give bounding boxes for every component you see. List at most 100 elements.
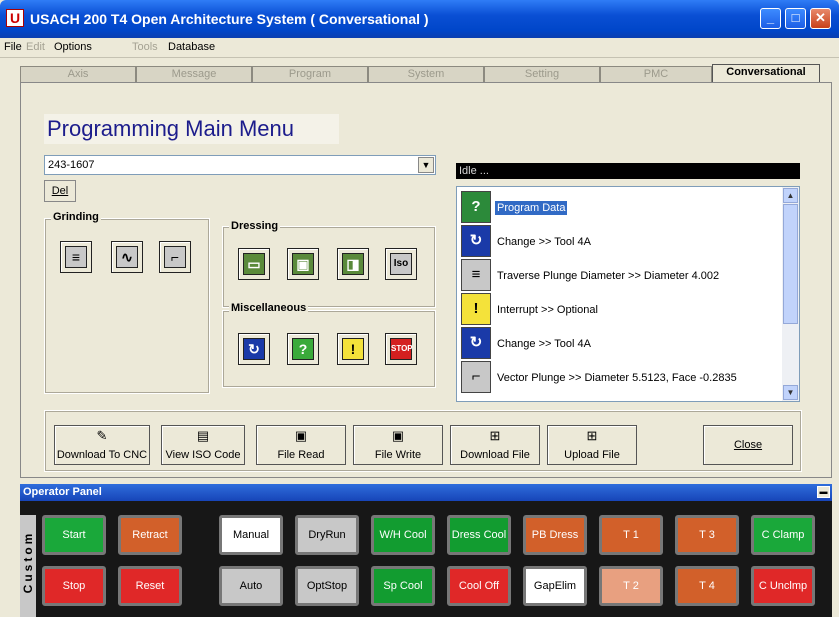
op-t-3-button[interactable]: T 3 bbox=[675, 515, 739, 555]
window-title: USACH 200 T4 Open Architecture System ( … bbox=[30, 11, 429, 27]
op-w-h-cool-button[interactable]: W/H Cool bbox=[371, 515, 435, 555]
close-button[interactable]: Close bbox=[703, 425, 793, 465]
list-item[interactable]: ↻ Change >> Tool 4A bbox=[461, 327, 781, 361]
scroll-down-icon[interactable]: ▼ bbox=[783, 385, 798, 400]
dress-roll-icon: ▣ bbox=[292, 253, 314, 275]
app-icon: U bbox=[6, 9, 24, 27]
title-bar: U USACH 200 T4 Open Architecture System … bbox=[0, 0, 839, 38]
list-item-text: Program Data bbox=[495, 201, 568, 215]
list-item[interactable]: ⌐ Vector Plunge >> Diameter 5.5123, Face… bbox=[461, 361, 781, 395]
file-read-button[interactable]: ▣ File Read bbox=[256, 425, 346, 465]
menu-file[interactable]: File bbox=[4, 41, 22, 53]
question-icon: ? bbox=[461, 191, 491, 223]
tool-change-icon: ↻ bbox=[461, 225, 491, 257]
delete-button[interactable]: Del bbox=[44, 180, 76, 202]
dropdown-arrow-icon[interactable]: ▼ bbox=[418, 157, 434, 173]
upload-file-button[interactable]: ⊞ Upload File bbox=[547, 425, 637, 465]
tab-conversational[interactable]: Conversational bbox=[712, 64, 820, 83]
tab-pmc[interactable]: PMC bbox=[600, 66, 712, 83]
op-pb-dress-button[interactable]: PB Dress bbox=[523, 515, 587, 555]
tab-axis[interactable]: Axis bbox=[20, 66, 136, 83]
program-select[interactable]: 243-1607 ▼ bbox=[44, 155, 436, 175]
op-gapelim-button[interactable]: GapElim bbox=[523, 566, 587, 606]
interrupt-warning-icon: ! bbox=[342, 338, 364, 360]
misc-interrupt-button[interactable]: ! bbox=[337, 333, 369, 365]
tab-setting[interactable]: Setting bbox=[484, 66, 600, 83]
op-optstop-button[interactable]: OptStop bbox=[295, 566, 359, 606]
op-t-2-button[interactable]: T 2 bbox=[599, 566, 663, 606]
op-dress-cool-button[interactable]: Dress Cool bbox=[447, 515, 511, 555]
tab-message[interactable]: Message bbox=[136, 66, 252, 83]
op-c-unclmp-button[interactable]: C Unclmp bbox=[751, 566, 815, 606]
network-icon: ⊞ bbox=[586, 428, 598, 443]
floppy-disk-icon: ▣ bbox=[294, 428, 308, 443]
tab-system[interactable]: System bbox=[368, 66, 484, 83]
op-start-button[interactable]: Start bbox=[42, 515, 106, 555]
op-t-4-button[interactable]: T 4 bbox=[675, 566, 739, 606]
op-auto-button[interactable]: Auto bbox=[219, 566, 283, 606]
floppy-disk-icon: ▣ bbox=[391, 428, 405, 443]
file-write-button[interactable]: ▣ File Write bbox=[353, 425, 443, 465]
program-list[interactable]: ? Program Data ↻ Change >> Tool 4A ≡ Tra… bbox=[456, 186, 800, 402]
list-item[interactable]: ≡ Traverse Plunge Diameter >> Diameter 4… bbox=[461, 259, 781, 293]
dressing-label: Dressing bbox=[229, 220, 281, 232]
download-to-cnc-button[interactable]: ✎ Download To CNC bbox=[54, 425, 150, 465]
stop-sign-icon: STOP bbox=[390, 338, 413, 360]
vertical-scrollbar[interactable]: ▲ ▼ bbox=[782, 187, 799, 401]
operator-panel-header: Operator Panel ▬ bbox=[20, 484, 832, 501]
op-retract-button[interactable]: Retract bbox=[118, 515, 182, 555]
dress-2-button[interactable]: ▣ bbox=[287, 248, 319, 280]
magic-wand-icon: ✎ bbox=[96, 428, 108, 443]
page-title: Programming Main Menu bbox=[44, 114, 339, 144]
maximize-icon[interactable]: □ bbox=[785, 8, 806, 29]
op-t-1-button[interactable]: T 1 bbox=[599, 515, 663, 555]
op-manual-button[interactable]: Manual bbox=[219, 515, 283, 555]
question-icon: ? bbox=[292, 338, 314, 360]
grinding-traverse-button[interactable]: ≡ bbox=[60, 241, 92, 273]
op-dryrun-button[interactable]: DryRun bbox=[295, 515, 359, 555]
menu-tools[interactable]: Tools bbox=[132, 41, 158, 53]
misc-tool-change-button[interactable]: ↻ bbox=[238, 333, 270, 365]
misc-program-data-button[interactable]: ? bbox=[287, 333, 319, 365]
scroll-thumb[interactable] bbox=[783, 204, 798, 324]
list-item-text: Traverse Plunge Diameter >> Diameter 4.0… bbox=[497, 270, 720, 282]
grinding-label: Grinding bbox=[51, 211, 101, 223]
menu-database[interactable]: Database bbox=[168, 41, 215, 53]
dress-3-button[interactable]: ◨ bbox=[337, 248, 369, 280]
list-item[interactable]: ↻ Change >> Tool 4A bbox=[461, 225, 781, 259]
tab-program[interactable]: Program bbox=[252, 66, 368, 83]
op-sp-cool-button[interactable]: Sp Cool bbox=[371, 566, 435, 606]
download-file-button[interactable]: ⊞ Download File bbox=[450, 425, 540, 465]
close-window-icon[interactable]: ✕ bbox=[810, 8, 831, 29]
misc-label: Miscellaneous bbox=[229, 302, 309, 314]
menu-options[interactable]: Options bbox=[54, 41, 92, 53]
tab-strip: Axis Message Program System Setting PMC … bbox=[20, 64, 820, 83]
scroll-up-icon[interactable]: ▲ bbox=[783, 188, 798, 203]
dress-iso-button[interactable]: Iso bbox=[385, 248, 417, 280]
custom-side-label: Custom bbox=[20, 515, 36, 617]
status-bar: Idle ... bbox=[456, 163, 800, 179]
vector-plunge-icon: ⌐ bbox=[461, 361, 491, 393]
op-cool-off-button[interactable]: Cool Off bbox=[447, 566, 511, 606]
op-stop-button[interactable]: Stop bbox=[42, 566, 106, 606]
misc-stop-button[interactable]: STOP bbox=[385, 333, 417, 365]
menu-bar: File Edit Options Tools Database bbox=[0, 38, 839, 58]
menu-edit[interactable]: Edit bbox=[26, 41, 45, 53]
profile-grind-icon: ∿ bbox=[116, 246, 138, 268]
plunge-grind-icon: ⌐ bbox=[164, 246, 186, 268]
grinding-profile-button[interactable]: ∿ bbox=[111, 241, 143, 273]
dress-1-button[interactable]: ▭ bbox=[238, 248, 270, 280]
list-item-text: Change >> Tool 4A bbox=[497, 338, 591, 350]
interrupt-warning-icon: ! bbox=[461, 293, 491, 325]
op-reset-button[interactable]: Reset bbox=[118, 566, 182, 606]
list-item[interactable]: ? Program Data bbox=[461, 191, 781, 225]
tool-change-icon: ↻ bbox=[461, 327, 491, 359]
traverse-grind-icon: ≡ bbox=[65, 246, 87, 268]
op-c-clamp-button[interactable]: C Clamp bbox=[751, 515, 815, 555]
minimize-icon[interactable]: _ bbox=[760, 8, 781, 29]
minimize-panel-icon[interactable]: ▬ bbox=[817, 486, 830, 498]
view-iso-code-button[interactable]: ▤ View ISO Code bbox=[161, 425, 245, 465]
grinding-plunge-button[interactable]: ⌐ bbox=[159, 241, 191, 273]
list-item[interactable]: ! Interrupt >> Optional bbox=[461, 293, 781, 327]
list-item-text: Interrupt >> Optional bbox=[497, 304, 598, 316]
